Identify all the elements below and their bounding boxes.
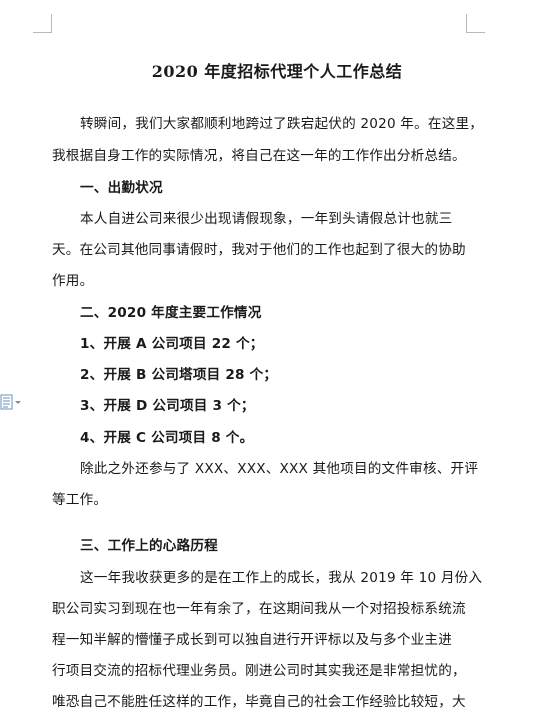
body-line: 天。在公司其他同事请假时，我对于他们的工作也起到了很大的协助 bbox=[52, 242, 466, 258]
list-item: 3、开展 D 公司项目 3 个； bbox=[80, 398, 255, 414]
body-line: 职公司实习到现在也一年有余了，在这期间我从一个对招投标系统流 bbox=[52, 601, 466, 617]
body-line: 程一知半解的懵懂子成长到可以独自进行开评标以及与多个业主进 bbox=[52, 632, 453, 648]
list-item: 1、开展 A 公司项目 22 个； bbox=[80, 336, 264, 352]
body-line: 作用。 bbox=[52, 273, 94, 289]
body-line: 这一年我收获更多的是在工作上的成长，我从 2019 年 10 月份入 bbox=[80, 570, 483, 586]
body-line: 转瞬间，我们大家都顺利地跨过了跌宕起伏的 2020 年。在这里， bbox=[80, 116, 484, 132]
body-line: 唯恐自己不能胜任这样的工作，毕竟自己的社会工作经验比较短，大 bbox=[52, 694, 466, 710]
list-item: 4、开展 C 公司项目 8 个。 bbox=[80, 430, 254, 446]
list-item: 2、开展 B 公司塔项目 28 个； bbox=[80, 367, 278, 383]
body-line: 行项目交流的招标代理业务员。刚进公司时其实我还是非常担忧的， bbox=[52, 663, 466, 679]
document-title: 2020 年度招标代理个人工作总结 bbox=[151, 62, 403, 81]
section-heading: 一、出勤状况 bbox=[80, 180, 163, 196]
body-line: 除此之外还参与了 XXX、XXX、XXX 其他项目的文件审核、开评 bbox=[80, 461, 479, 477]
section-heading: 三、工作上的心路历程 bbox=[80, 538, 218, 554]
body-line: 我根据自身工作的实际情况，将自己在这一年的工作作出分析总结。 bbox=[52, 148, 466, 164]
body-line: 等工作。 bbox=[52, 492, 108, 508]
body-line: 本人自进公司来很少出现请假现象，一年到头请假总计也就三 bbox=[80, 211, 453, 227]
section-heading: 二、2020 年度主要工作情况 bbox=[80, 305, 262, 321]
document-page: 2020 年度招标代理个人工作总结 转瞬间，我们大家都顺利地跨过了跌宕起伏的 2… bbox=[0, 0, 554, 718]
